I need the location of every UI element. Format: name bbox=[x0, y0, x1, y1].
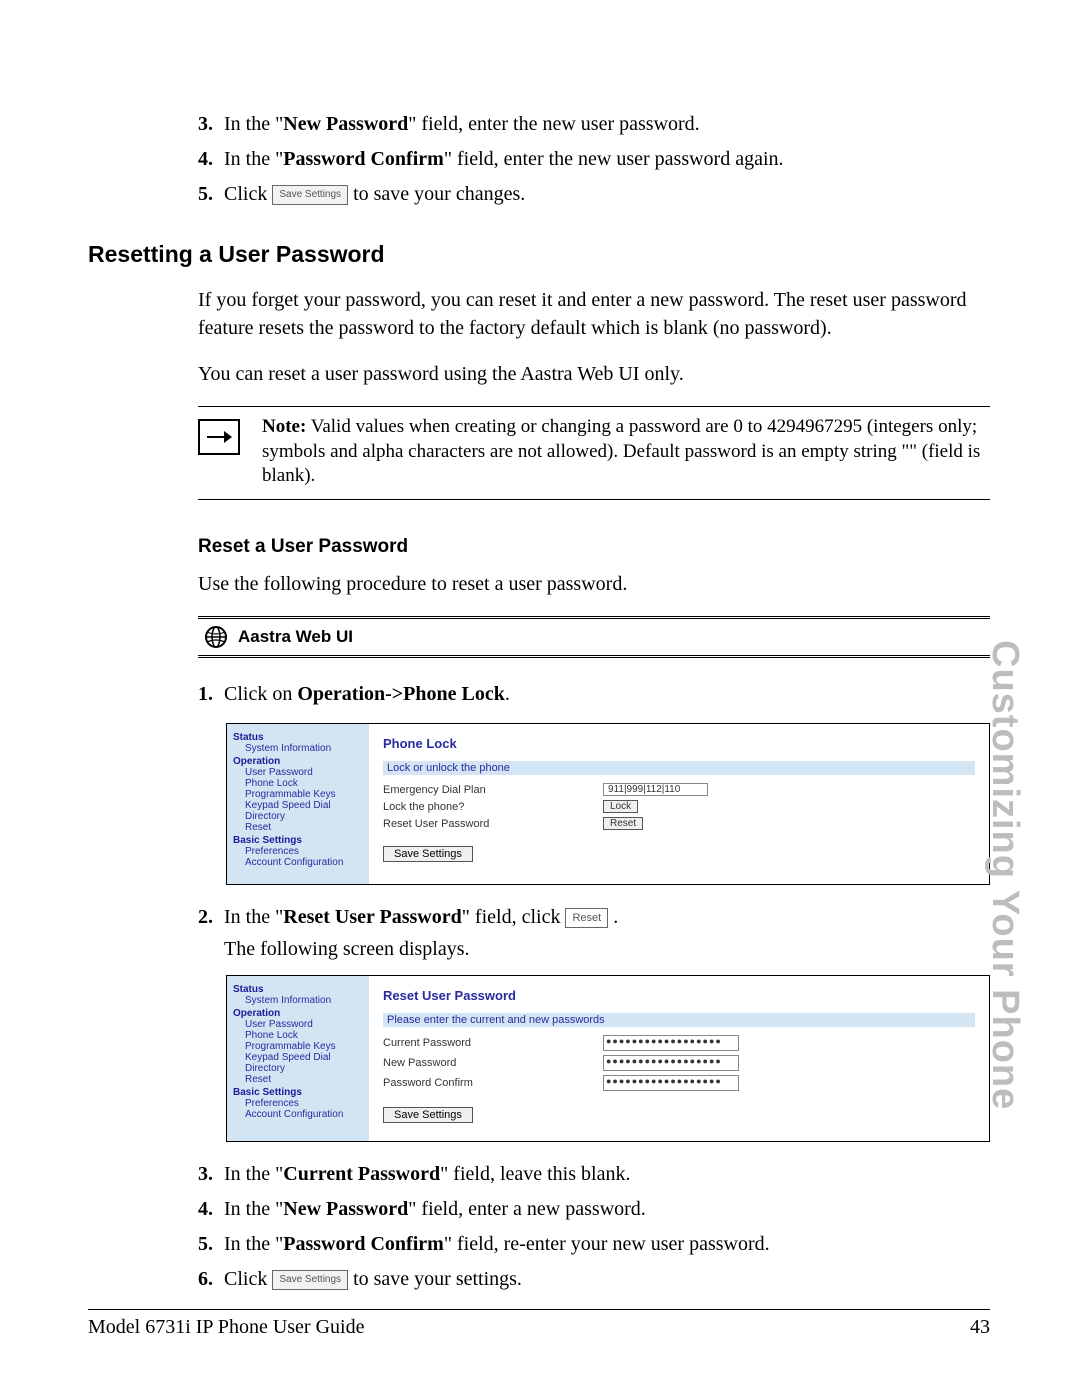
step-number: 4. bbox=[198, 1195, 224, 1224]
footer-title: Model 6731i IP Phone User Guide bbox=[88, 1316, 364, 1339]
nav-item: Reset bbox=[245, 1074, 363, 1085]
step-number: 5. bbox=[198, 180, 224, 209]
procedure-steps: 1. Click on Operation->Phone Lock. bbox=[198, 680, 990, 709]
step-number: 1. bbox=[198, 680, 224, 709]
nav-item: Preferences bbox=[245, 846, 363, 857]
step-number: 3. bbox=[198, 110, 224, 139]
nav-item: Reset bbox=[245, 822, 363, 833]
step-body: In the "New Password" field, enter the n… bbox=[224, 110, 990, 139]
panel-title: Phone Lock bbox=[383, 736, 975, 751]
globe-icon bbox=[204, 625, 228, 649]
nav-item: Phone Lock bbox=[245, 1030, 363, 1041]
panel-subhead: Lock or unlock the phone bbox=[383, 761, 975, 775]
field-label: Password Confirm bbox=[383, 1077, 603, 1089]
reset-password-screenshot: Status System Information Operation User… bbox=[226, 975, 990, 1142]
step-number: 6. bbox=[198, 1265, 224, 1294]
nav-item: Account Configuration bbox=[245, 1109, 363, 1120]
step-body: Click Save Settings to save your setting… bbox=[224, 1265, 990, 1294]
save-settings-button-inline: Save Settings bbox=[272, 1270, 348, 1290]
subsection-heading: Reset a User Password bbox=[198, 536, 990, 558]
paragraph: Use the following procedure to reset a u… bbox=[198, 570, 990, 598]
step-body: Click on Operation->Phone Lock. bbox=[224, 680, 990, 709]
step-body: Click Save Settings to save your changes… bbox=[224, 180, 990, 209]
nav-panel: Status System Information Operation User… bbox=[227, 724, 369, 884]
lock-button: Lock bbox=[603, 800, 638, 813]
password-confirm-field: ●●●●●●●●●●●●●●●●●● bbox=[603, 1075, 739, 1091]
nav-group: Status bbox=[233, 732, 363, 743]
step-body: In the "Current Password" field, leave t… bbox=[224, 1160, 990, 1189]
new-password-field: ●●●●●●●●●●●●●●●●●● bbox=[603, 1055, 739, 1071]
step-body: In the "New Password" field, enter a new… bbox=[224, 1195, 990, 1224]
field-label: Lock the phone? bbox=[383, 801, 603, 813]
ui-bar: Aastra Web UI bbox=[198, 616, 990, 658]
nav-group: Operation bbox=[233, 756, 363, 767]
procedure-steps: 2. In the "Reset User Password" field, c… bbox=[198, 903, 990, 932]
section-heading: Resetting a User Password bbox=[88, 241, 990, 268]
side-chapter-tab: Customizing Your Phone bbox=[983, 640, 1026, 1110]
panel-subhead: Please enter the current and new passwor… bbox=[383, 1013, 975, 1027]
phone-lock-screenshot: Status System Information Operation User… bbox=[226, 723, 990, 885]
nav-group: Basic Settings bbox=[233, 1087, 363, 1098]
page-footer: Model 6731i IP Phone User Guide 43 bbox=[88, 1309, 990, 1339]
nav-item: Keypad Speed Dial bbox=[245, 1052, 363, 1063]
nav-item: Account Configuration bbox=[245, 857, 363, 868]
nav-group: Status bbox=[233, 984, 363, 995]
paragraph: You can reset a user password using the … bbox=[198, 360, 990, 388]
nav-item: User Password bbox=[245, 1019, 363, 1030]
nav-item: Programmable Keys bbox=[245, 789, 363, 800]
note-text: Note: Valid values when creating or chan… bbox=[262, 415, 990, 489]
field-label: Reset User Password bbox=[383, 818, 603, 830]
step-number: 3. bbox=[198, 1160, 224, 1189]
step-continuation: The following screen displays. bbox=[224, 938, 990, 961]
reset-button: Reset bbox=[603, 817, 643, 830]
nav-group: Basic Settings bbox=[233, 835, 363, 846]
step-number: 5. bbox=[198, 1230, 224, 1259]
nav-item: System Information bbox=[245, 743, 363, 754]
nav-item: Programmable Keys bbox=[245, 1041, 363, 1052]
nav-item: Phone Lock bbox=[245, 778, 363, 789]
emergency-dial-plan-value: 911|999|112|110 bbox=[603, 783, 708, 796]
panel-title: Reset User Password bbox=[383, 988, 975, 1003]
field-label: New Password bbox=[383, 1057, 603, 1069]
nav-item: Preferences bbox=[245, 1098, 363, 1109]
step-number: 2. bbox=[198, 903, 224, 932]
save-settings-button-inline: Save Settings bbox=[272, 185, 348, 205]
note-box: Note: Valid values when creating or chan… bbox=[198, 406, 990, 500]
bottom-steps-list: 3. In the "Current Password" field, leav… bbox=[198, 1160, 990, 1294]
nav-item: User Password bbox=[245, 767, 363, 778]
step-body: In the "Password Confirm" field, enter t… bbox=[224, 145, 990, 174]
ui-bar-label: Aastra Web UI bbox=[238, 627, 353, 647]
field-label: Current Password bbox=[383, 1037, 603, 1049]
nav-item: Keypad Speed Dial bbox=[245, 800, 363, 811]
reset-button-inline: Reset bbox=[565, 908, 608, 928]
paragraph: If you forget your password, you can res… bbox=[198, 286, 990, 342]
step-number: 4. bbox=[198, 145, 224, 174]
save-settings-button: Save Settings bbox=[383, 1107, 473, 1123]
nav-item: System Information bbox=[245, 995, 363, 1006]
current-password-field: ●●●●●●●●●●●●●●●●●● bbox=[603, 1035, 739, 1051]
arrow-right-icon bbox=[198, 419, 240, 455]
page-number: 43 bbox=[970, 1316, 990, 1339]
step-body: In the "Reset User Password" field, clic… bbox=[224, 903, 990, 932]
top-steps-list: 3. In the "New Password" field, enter th… bbox=[198, 110, 990, 209]
field-label: Emergency Dial Plan bbox=[383, 784, 603, 796]
nav-item: Directory bbox=[245, 1063, 363, 1074]
nav-item: Directory bbox=[245, 811, 363, 822]
nav-group: Operation bbox=[233, 1008, 363, 1019]
nav-panel: Status System Information Operation User… bbox=[227, 976, 369, 1141]
save-settings-button: Save Settings bbox=[383, 846, 473, 862]
step-body: In the "Password Confirm" field, re-ente… bbox=[224, 1230, 990, 1259]
